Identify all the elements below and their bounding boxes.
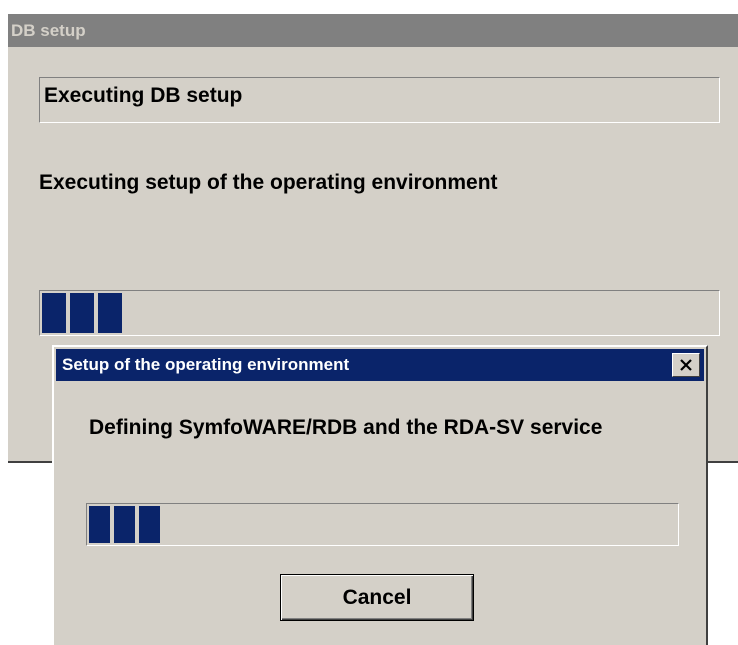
environment-setup-dialog: Setup of the operating environment Defin… [52,345,708,645]
db-status-text: Executing DB setup [44,84,243,107]
db-setup-titlebar[interactable]: DB setup [8,14,738,47]
dialog-progress-bar [86,503,679,546]
progress-block [114,506,135,543]
dialog-titlebar[interactable]: Setup of the operating environment [56,349,704,381]
dialog-message: Defining SymfoWARE/RDB and the RDA-SV se… [89,416,603,439]
close-button[interactable] [672,353,700,377]
progress-block [42,293,66,333]
dialog-progress-fill [89,506,160,543]
db-status-field: Executing DB setup [39,77,720,123]
progress-block [89,506,110,543]
db-progress-fill [42,293,122,333]
progress-block [70,293,94,333]
db-message: Executing setup of the operating environ… [39,171,498,194]
close-icon [680,358,692,371]
dialog-title: Setup of the operating environment [62,355,350,374]
progress-block [139,506,160,543]
cancel-button[interactable]: Cancel [280,574,474,621]
progress-block [98,293,122,333]
db-setup-title: DB setup [11,21,86,40]
db-progress-bar [39,290,720,336]
